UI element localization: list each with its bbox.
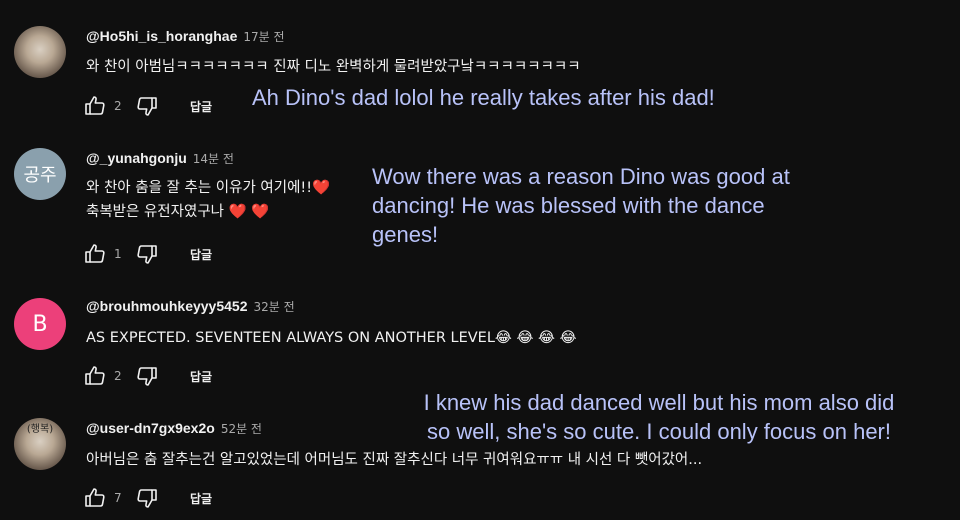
comment-author[interactable]: @user-dn7gx9ex2o bbox=[86, 420, 215, 436]
translation-line: Ah Dino's dad lolol he really takes afte… bbox=[252, 85, 715, 110]
avatar[interactable]: (행복) bbox=[14, 418, 66, 470]
comment-author[interactable]: @brouhmouhkeyyy5452 bbox=[86, 298, 248, 314]
comment-text: 와 찬아 춤을 잘 추는 이유가 여기에!!❤️ 축복받은 유전자였구나 ❤️ … bbox=[86, 176, 330, 224]
like-count: 2 bbox=[114, 369, 122, 383]
thumbs-up-icon[interactable] bbox=[82, 241, 108, 267]
avatar[interactable]: B bbox=[14, 298, 66, 350]
comment-header: @Ho5hi_is_horanghae 17분 전 bbox=[86, 28, 285, 48]
avatar-text: 공주 bbox=[23, 165, 57, 186]
reply-button[interactable]: 답글 bbox=[190, 490, 212, 507]
comment-text: AS EXPECTED. SEVENTEEN ALWAYS ON ANOTHER… bbox=[86, 326, 577, 350]
comment-timestamp[interactable]: 14분 전 bbox=[193, 150, 234, 167]
comment-header: @brouhmouhkeyyy5452 32분 전 bbox=[86, 298, 295, 318]
thumbs-down-icon[interactable] bbox=[134, 363, 160, 389]
thumbs-up-icon[interactable] bbox=[82, 93, 108, 119]
comment-timestamp[interactable]: 32분 전 bbox=[254, 298, 295, 315]
reply-button[interactable]: 답글 bbox=[190, 98, 212, 115]
comment-text-line: 와 찬이 아범님ㅋㅋㅋㅋㅋㅋㅋ 진짜 디노 완벽하게 물려받았구낰ㅋㅋㅋㅋㅋㅋㅋ… bbox=[86, 59, 581, 75]
avatar-badge: (행복) bbox=[26, 424, 54, 435]
thumbs-down-icon[interactable] bbox=[134, 485, 160, 511]
translation-caption: Ah Dino's dad lolol he really takes afte… bbox=[252, 83, 715, 112]
comment-header: @user-dn7gx9ex2o 52분 전 bbox=[86, 420, 262, 440]
comment-timestamp[interactable]: 17분 전 bbox=[243, 28, 284, 45]
translation-line: so well, she's so cute. I could only foc… bbox=[427, 419, 891, 444]
comment-text-line: 축복받은 유전자였구나 ❤️ ❤️ bbox=[86, 204, 270, 220]
comment-actions: 2 답글 bbox=[82, 93, 212, 119]
avatar[interactable] bbox=[14, 26, 66, 78]
comment-text: 와 찬이 아범님ㅋㅋㅋㅋㅋㅋㅋ 진짜 디노 완벽하게 물려받았구낰ㅋㅋㅋㅋㅋㅋㅋ… bbox=[86, 55, 581, 79]
translation-line: Wow there was a reason Dino was good at bbox=[372, 164, 790, 189]
translation-line: genes! bbox=[372, 222, 439, 247]
thumbs-down-icon[interactable] bbox=[134, 241, 160, 267]
translation-caption: Wow there was a reason Dino was good at … bbox=[372, 162, 790, 249]
thumbs-up-icon[interactable] bbox=[82, 363, 108, 389]
reply-button[interactable]: 답글 bbox=[190, 368, 212, 385]
comment-text: 아버님은 춤 잘추는건 알고있었는데 어머님도 진짜 잘추신다 너무 귀여워요ㅠ… bbox=[86, 448, 702, 472]
comment-text-line: 아버님은 춤 잘추는건 알고있었는데 어머님도 진짜 잘추신다 너무 귀여워요ㅠ… bbox=[86, 452, 703, 468]
translation-caption: I knew his dad danced well but his mom a… bbox=[420, 388, 898, 446]
avatar-text: B bbox=[32, 311, 48, 337]
comment-actions: 2 답글 bbox=[82, 363, 212, 389]
comment-actions: 1 답글 bbox=[82, 241, 212, 267]
avatar[interactable]: 공주 bbox=[14, 148, 66, 200]
comment-author[interactable]: @_yunahgonju bbox=[86, 150, 187, 166]
comment-author[interactable]: @Ho5hi_is_horanghae bbox=[86, 28, 237, 44]
thumbs-up-icon[interactable] bbox=[82, 485, 108, 511]
like-count: 2 bbox=[114, 99, 122, 113]
comment-text-line: AS EXPECTED. SEVENTEEN ALWAYS ON ANOTHER… bbox=[86, 330, 577, 346]
thumbs-down-icon[interactable] bbox=[134, 93, 160, 119]
comment-actions: 7 답글 bbox=[82, 485, 212, 511]
comment-text-line: 와 찬아 춤을 잘 추는 이유가 여기에!!❤️ bbox=[86, 180, 331, 196]
translation-line: dancing! He was blessed with the dance bbox=[372, 193, 765, 218]
reply-button[interactable]: 답글 bbox=[190, 246, 212, 263]
comment-timestamp[interactable]: 52분 전 bbox=[221, 420, 262, 437]
like-count: 1 bbox=[114, 247, 122, 261]
translation-line: I knew his dad danced well but his mom a… bbox=[423, 390, 895, 415]
comment-header: @_yunahgonju 14분 전 bbox=[86, 150, 234, 170]
like-count: 7 bbox=[114, 491, 122, 505]
